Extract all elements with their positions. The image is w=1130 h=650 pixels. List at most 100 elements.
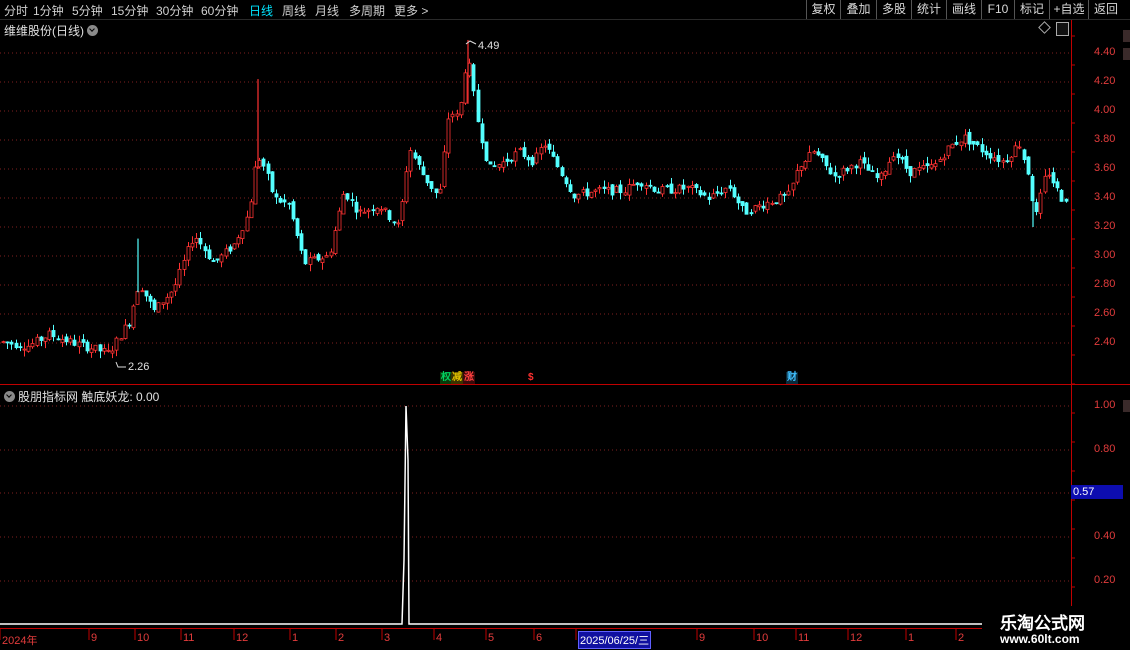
- candle-body: [400, 201, 405, 222]
- candle-body: [883, 171, 888, 176]
- candle-body: [820, 153, 825, 159]
- chart-frame: [0, 20, 1130, 640]
- candle-body: [463, 72, 468, 104]
- candle-body: [648, 184, 653, 187]
- candle-body: [891, 156, 896, 161]
- candle-body: [173, 284, 178, 292]
- chart-canvas[interactable]: [0, 0, 1130, 650]
- candle-body: [224, 248, 229, 257]
- candle-body: [484, 141, 489, 161]
- candle-body: [581, 189, 586, 193]
- marker-finance[interactable]: 财: [786, 372, 798, 384]
- candle-body: [887, 161, 892, 175]
- panel-toggle-icon[interactable]: [1056, 22, 1069, 36]
- candle-body: [950, 143, 955, 149]
- candle-body: [417, 156, 422, 165]
- candle-body: [98, 344, 103, 352]
- candle-body: [744, 202, 749, 215]
- y-tick-label: 2.60: [1094, 307, 1116, 319]
- candle-body: [14, 342, 19, 349]
- candle-body: [761, 205, 766, 209]
- candle-body: [719, 192, 724, 195]
- candle-body: [312, 256, 317, 259]
- candle-body: [450, 113, 455, 118]
- side-tab[interactable]: [1123, 48, 1130, 60]
- candle-body: [438, 188, 443, 194]
- candle-body: [589, 191, 594, 198]
- y-tick-label: 3.00: [1094, 249, 1116, 261]
- candle-body: [602, 186, 607, 189]
- candle-body: [543, 145, 548, 148]
- candle-body: [681, 184, 686, 190]
- candle-body: [492, 165, 497, 168]
- chevron-down-icon[interactable]: [4, 391, 15, 402]
- candle-body: [854, 165, 859, 169]
- candle-body: [568, 184, 573, 192]
- candle-body: [455, 113, 460, 117]
- side-tab[interactable]: [1123, 400, 1130, 412]
- y-tick-label: 3.80: [1094, 133, 1116, 145]
- candle-body: [203, 246, 208, 252]
- candle-body: [912, 168, 917, 178]
- candle-body: [383, 207, 388, 210]
- candle-body: [530, 156, 535, 166]
- candle-body: [236, 237, 241, 245]
- chevron-down-icon[interactable]: [87, 25, 98, 36]
- x-tick-label: 2: [338, 632, 345, 644]
- candle-body: [812, 151, 817, 154]
- candle-body: [547, 143, 552, 150]
- candle-body: [576, 193, 581, 200]
- candle-body: [442, 151, 447, 187]
- candle-body: [85, 341, 90, 352]
- candle-body: [723, 187, 728, 193]
- candle-body: [757, 204, 762, 208]
- candle-body: [875, 173, 880, 179]
- side-tab[interactable]: [1123, 30, 1130, 42]
- candle-body: [371, 209, 376, 212]
- candle-body: [665, 185, 670, 188]
- candle-body: [253, 166, 258, 205]
- candle-body: [959, 141, 964, 147]
- candle-body: [610, 184, 615, 196]
- candle-body: [803, 161, 808, 169]
- candle-body: [93, 344, 98, 351]
- candle-body: [996, 155, 1001, 162]
- candle-body: [1026, 156, 1031, 175]
- candle-body: [127, 324, 132, 327]
- candle-body: [114, 337, 119, 351]
- candle-body: [354, 201, 359, 213]
- candle-body: [379, 209, 384, 212]
- marker-rise[interactable]: 涨: [463, 372, 475, 384]
- candle-body: [585, 188, 590, 197]
- candle-body: [1064, 198, 1069, 202]
- candle-body: [534, 152, 539, 164]
- marker-dollar[interactable]: $: [527, 372, 535, 384]
- candle-body: [656, 191, 661, 194]
- candle-body: [30, 343, 35, 348]
- candle-body: [749, 212, 754, 215]
- marker-reduce[interactable]: 减: [451, 372, 463, 384]
- candle-body: [1051, 172, 1056, 184]
- indicator-series: [0, 405, 1071, 625]
- candle-body: [938, 158, 943, 162]
- candle-body: [967, 131, 972, 145]
- x-tick-label: 1: [908, 632, 915, 644]
- candle-body: [1038, 192, 1043, 214]
- candle-body: [984, 150, 989, 156]
- candle-body: [837, 175, 842, 178]
- candle-body: [1059, 189, 1064, 202]
- main-panel-title[interactable]: 维维股份(日线): [4, 22, 98, 39]
- candle-body: [308, 257, 313, 265]
- y-tick-label: 4.40: [1094, 46, 1116, 58]
- indicator-panel-title[interactable]: 股朋指标网 触底妖龙: 0.00: [4, 388, 159, 405]
- indicator-y-tick-label: 1.00: [1094, 399, 1116, 411]
- candle-body: [211, 260, 216, 262]
- candle-body: [1, 341, 6, 344]
- candle-body: [375, 207, 380, 214]
- candle-body: [555, 156, 560, 168]
- candle-body: [198, 237, 203, 245]
- candle-body: [925, 163, 930, 167]
- candle-body: [219, 254, 224, 263]
- candle-body: [1001, 160, 1006, 163]
- candle-body: [497, 164, 502, 168]
